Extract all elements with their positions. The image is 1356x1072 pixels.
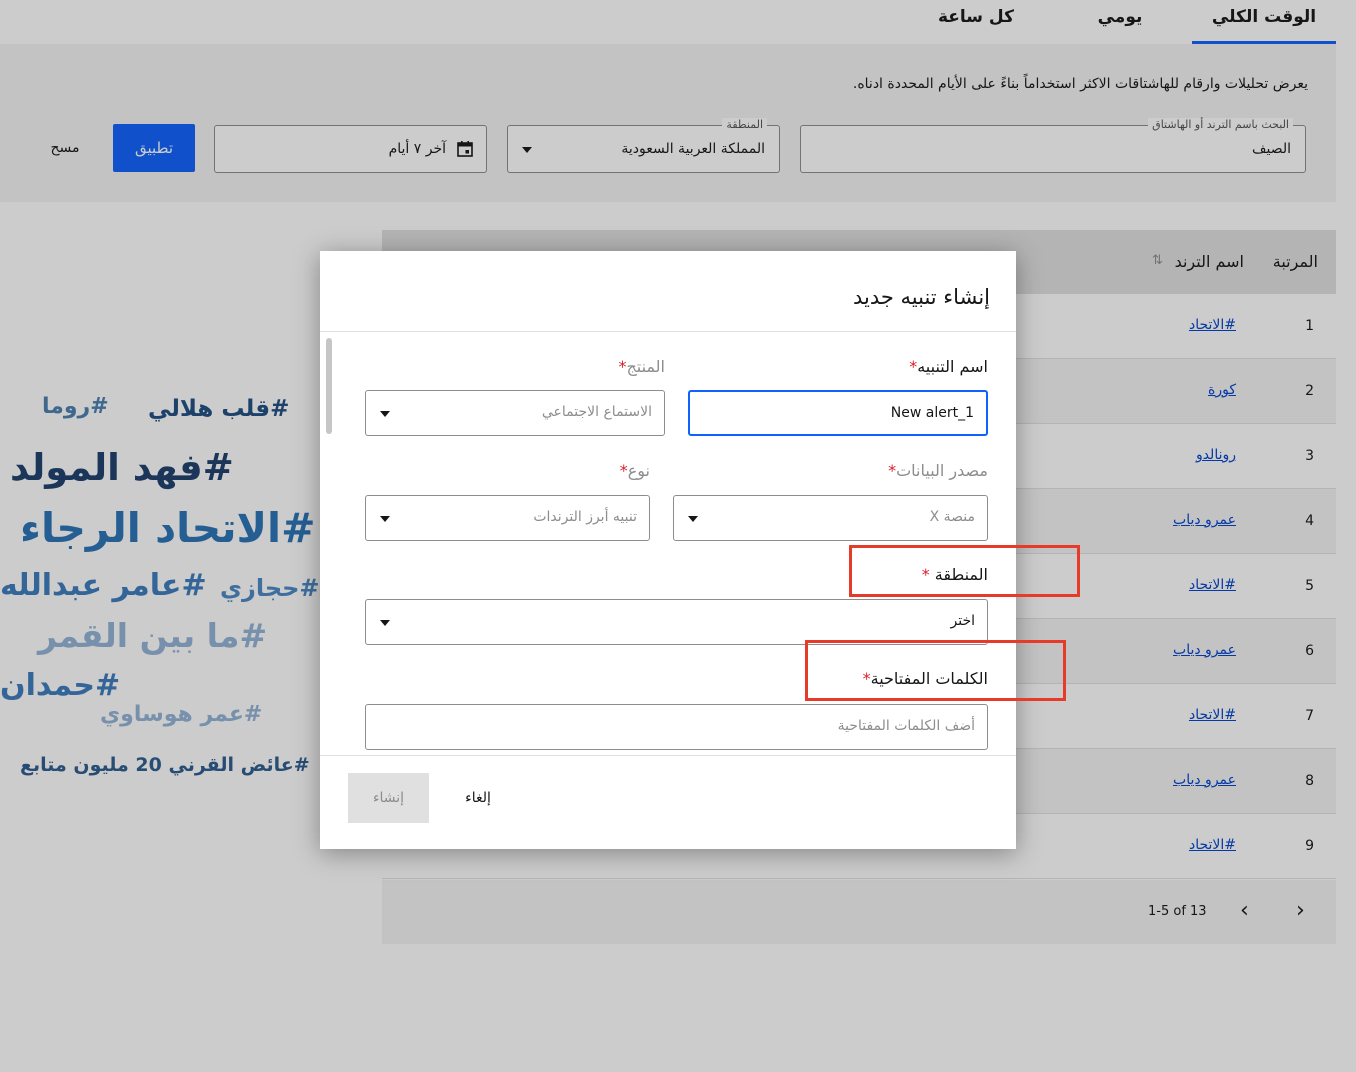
- chevron-down-icon: [688, 516, 698, 522]
- chevron-down-icon: [380, 620, 390, 626]
- data-source-select[interactable]: منصة X: [673, 495, 988, 541]
- alert-name-label: اسم التنبيه*: [909, 357, 988, 376]
- divider: [320, 331, 1016, 332]
- keywords-input[interactable]: أضف الكلمات المفتاحية: [365, 704, 988, 750]
- alert-name-input[interactable]: New alert_1: [688, 390, 988, 436]
- scrollbar[interactable]: [326, 338, 332, 434]
- dialog-footer: إنشاء إلغاء: [320, 755, 1016, 849]
- region-highlight-box: [849, 545, 1080, 597]
- product-select[interactable]: الاستماع الاجتماعي: [365, 390, 665, 436]
- create-button[interactable]: إنشاء: [348, 773, 429, 823]
- data-source-label: مصدر البيانات*: [888, 461, 988, 480]
- chevron-down-icon: [380, 516, 390, 522]
- type-select[interactable]: تنبيه أبرز الترندات: [365, 495, 650, 541]
- cancel-button[interactable]: إلغاء: [448, 773, 508, 823]
- product-label: المنتج*: [618, 357, 665, 376]
- type-label: نوع*: [619, 461, 650, 480]
- dialog-title: إنشاء تنبيه جديد: [852, 285, 990, 309]
- divider: [320, 755, 1016, 756]
- keywords-highlight-box: [805, 640, 1066, 701]
- chevron-down-icon: [380, 411, 390, 417]
- region-field-select[interactable]: اختر: [365, 599, 988, 645]
